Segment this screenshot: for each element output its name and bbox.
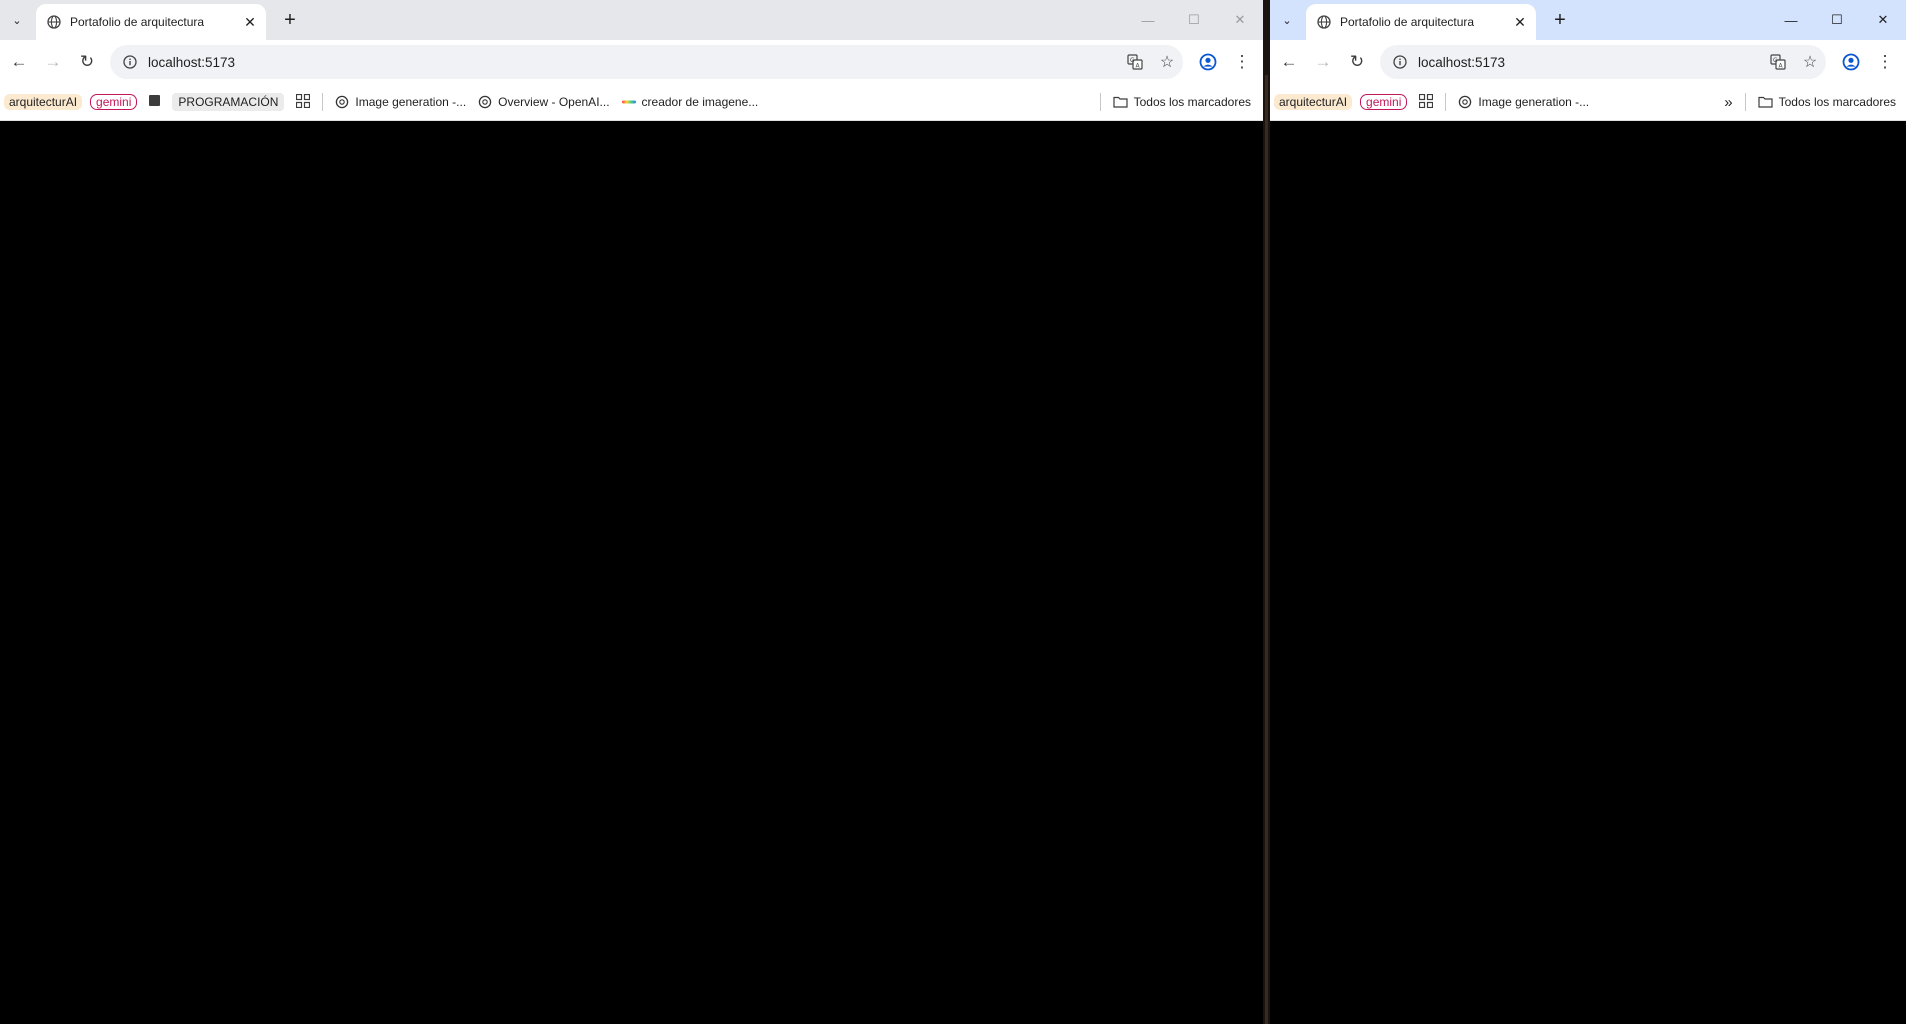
openai-icon (1458, 95, 1472, 109)
page-content (1270, 121, 1906, 1024)
bookmark-gemini[interactable]: gemini (1358, 90, 1413, 114)
all-bookmarks-folder[interactable]: Todos los marcadores (1752, 90, 1902, 114)
svg-text:G: G (1130, 57, 1135, 64)
reload-icon[interactable]: ↻ (1340, 45, 1374, 79)
address-bar[interactable]: localhost:5173 GA ☆ (110, 45, 1183, 79)
bookmark-image-generation[interactable]: Image generation -... (329, 90, 472, 114)
plus-icon: + (1554, 8, 1566, 31)
chevron-down-icon: ⌄ (1282, 14, 1292, 27)
folder-icon (1758, 96, 1773, 108)
bookmark-programacion[interactable]: PROGRAMACIÓN (166, 90, 290, 114)
bookmarks-bar: arquitecturAI gemini PROGRAMACIÓN Image … (0, 84, 1263, 121)
bookmark-label: Image generation -... (1478, 95, 1590, 109)
active-tab[interactable]: Portafolio de arquitectura ✕ (36, 4, 266, 40)
bookmarks-overflow-button[interactable]: » (1718, 90, 1738, 114)
minimize-icon[interactable]: — (1768, 0, 1814, 40)
svg-text:G: G (1773, 57, 1778, 64)
translate-icon[interactable]: GA (1119, 54, 1151, 70)
all-bookmarks-label: Todos los marcadores (1133, 95, 1251, 109)
back-icon[interactable]: ← (1272, 45, 1306, 79)
bookmarks-separator (1445, 93, 1447, 111)
openai-icon (335, 95, 349, 109)
all-bookmarks-label: Todos los marcadores (1778, 95, 1896, 109)
close-tab-icon[interactable]: ✕ (1510, 12, 1530, 32)
close-window-icon[interactable]: ✕ (1217, 0, 1263, 40)
bookmark-image-generation[interactable]: Image generation -... (1452, 90, 1595, 114)
page-content (0, 121, 1263, 1024)
browser-window-left: ⌄ Portafolio de arquitectura ✕ + — ☐ ✕ ←… (0, 0, 1263, 1024)
bookmark-label: creador de imagene... (641, 95, 759, 109)
close-window-icon[interactable]: ✕ (1860, 0, 1906, 40)
bookmark-apps[interactable] (1413, 90, 1439, 114)
back-icon[interactable]: ← (2, 45, 36, 79)
new-tab-button[interactable]: + (1548, 8, 1572, 32)
bookmarks-bar: arquitecturAI gemini Image generation -.… (1270, 84, 1906, 121)
menu-kebab-icon[interactable]: ⋮ (1868, 45, 1902, 79)
browser-toolbar: ← → ↻ localhost:5173 GA ☆ ⋮ (0, 40, 1263, 84)
bookmarks-separator (1099, 93, 1101, 111)
bookmark-star-icon[interactable]: ☆ (1794, 52, 1826, 72)
window-divider (1263, 0, 1270, 1024)
bookmarks-separator (1744, 93, 1746, 111)
tab-title: Portafolio de arquitectura (1340, 15, 1475, 29)
grid-icon (296, 93, 311, 111)
maximize-icon[interactable]: ☐ (1814, 0, 1860, 40)
bookmark-label: arquitecturAI (1274, 94, 1353, 110)
close-tab-icon[interactable]: ✕ (240, 12, 260, 32)
menu-kebab-icon[interactable]: ⋮ (1225, 45, 1259, 79)
site-info-icon[interactable] (1386, 55, 1414, 69)
bookmark-creador-imagenes[interactable]: creador de imagene... (616, 90, 765, 114)
browser-toolbar: ← → ↻ localhost:5173 GA ☆ ⋮ (1270, 40, 1906, 84)
openai-icon (478, 95, 492, 109)
plus-icon: + (284, 8, 296, 31)
globe-icon (1316, 14, 1332, 30)
chevron-double-right-icon: » (1724, 93, 1733, 111)
translate-icon[interactable]: GA (1762, 54, 1794, 70)
bookmark-apps[interactable] (290, 90, 316, 114)
bookmark-label: PROGRAMACIÓN (172, 93, 285, 111)
bookmark-label: arquitecturAI (4, 94, 83, 110)
bookmark-label: Image generation -... (355, 95, 467, 109)
url-text[interactable]: localhost:5173 (148, 55, 1119, 70)
active-tab[interactable]: Portafolio de arquitectura ✕ (1306, 4, 1536, 40)
tab-search-button[interactable]: ⌄ (1276, 9, 1298, 31)
bookmark-arquitecturai[interactable]: arquitecturAI (1270, 90, 1358, 114)
bookmark-gemini[interactable]: gemini (88, 90, 143, 114)
tab-search-button[interactable]: ⌄ (6, 9, 28, 31)
forward-icon[interactable]: → (1306, 45, 1340, 79)
bookmark-star-icon[interactable]: ☆ (1151, 52, 1183, 72)
grid-icon (1419, 93, 1434, 111)
new-tab-button[interactable]: + (278, 8, 302, 32)
globe-icon (46, 14, 62, 30)
bookmarks-separator (322, 93, 324, 111)
address-bar[interactable]: localhost:5173 GA ☆ (1380, 45, 1826, 79)
bookmark-label: gemini (90, 94, 138, 110)
square-icon (149, 95, 161, 109)
forward-icon[interactable]: → (36, 45, 70, 79)
bookmark-label: gemini (1360, 94, 1408, 110)
folder-icon (1113, 96, 1128, 108)
profile-icon[interactable] (1834, 45, 1868, 79)
gradient-bar-icon (621, 99, 636, 105)
tab-title: Portafolio de arquitectura (70, 15, 205, 29)
reload-icon[interactable]: ↻ (70, 45, 104, 79)
url-text[interactable]: localhost:5173 (1418, 55, 1762, 70)
minimize-icon[interactable]: — (1125, 0, 1171, 40)
tab-strip: ⌄ Portafolio de arquitectura ✕ + — ☐ ✕ (0, 0, 1263, 40)
bookmark-arquitecturai[interactable]: arquitecturAI (0, 90, 88, 114)
site-info-icon[interactable] (116, 55, 144, 69)
profile-icon[interactable] (1191, 45, 1225, 79)
bookmark-overview-openai[interactable]: Overview - OpenAI... (472, 90, 615, 114)
maximize-icon[interactable]: ☐ (1171, 0, 1217, 40)
tab-strip: ⌄ Portafolio de arquitectura ✕ + — ☐ ✕ (1270, 0, 1906, 40)
bookmark-label: Overview - OpenAI... (498, 95, 610, 109)
all-bookmarks-folder[interactable]: Todos los marcadores (1107, 90, 1257, 114)
window-controls: — ☐ ✕ (1768, 0, 1906, 40)
browser-window-right: ⌄ Portafolio de arquitectura ✕ + — ☐ ✕ ←… (1270, 0, 1906, 1024)
chevron-down-icon: ⌄ (12, 14, 22, 27)
window-controls: — ☐ ✕ (1125, 0, 1263, 40)
bookmark-square[interactable] (143, 90, 166, 114)
